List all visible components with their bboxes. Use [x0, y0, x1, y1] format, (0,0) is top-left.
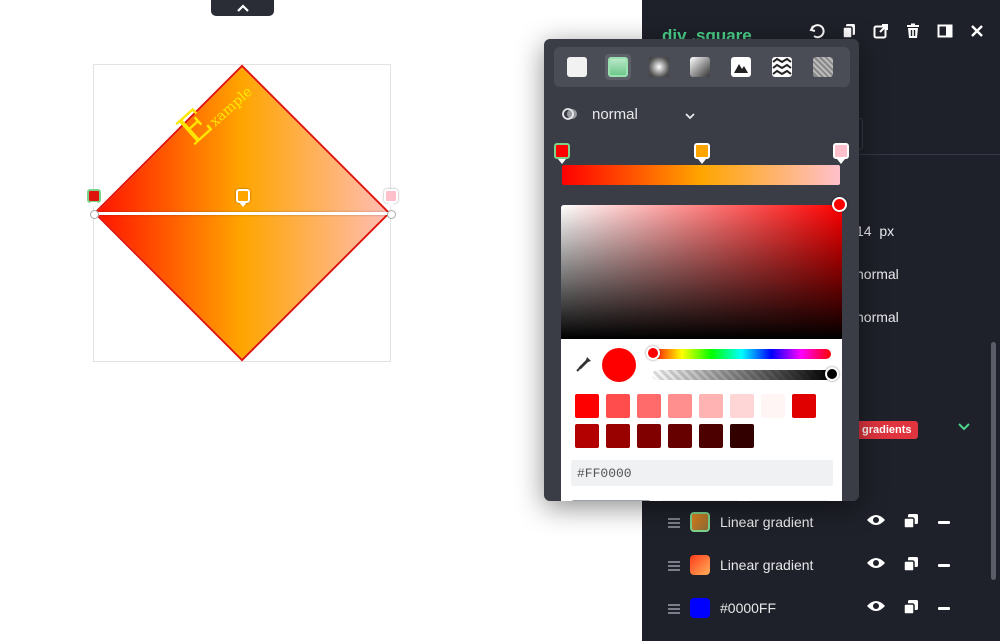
duplicate-icon[interactable] [903, 513, 919, 534]
color-preset[interactable] [730, 394, 754, 418]
gradient-direction-line[interactable] [94, 212, 391, 215]
color-preset[interactable] [668, 394, 692, 418]
drag-handle-icon[interactable] [668, 518, 680, 528]
color-preset[interactable] [730, 424, 754, 448]
fill-type-conic-button[interactable] [687, 54, 713, 80]
chevron-down-icon[interactable] [956, 420, 972, 438]
panel-scrollbar[interactable] [991, 342, 996, 580]
color-picker [561, 197, 847, 501]
layer-row[interactable]: #0000FF [642, 593, 1000, 629]
fill-type-none-button[interactable] [564, 54, 590, 80]
noise-icon[interactable] [810, 54, 836, 80]
image-icon[interactable] [728, 54, 754, 80]
remove-layer-icon[interactable] [938, 564, 950, 567]
color-preset[interactable] [637, 424, 661, 448]
gradient-line-end-handle[interactable] [387, 210, 396, 219]
color-preset[interactable] [668, 424, 692, 448]
eye-icon[interactable] [866, 513, 886, 532]
hue-handle[interactable] [646, 346, 660, 360]
font-size-unit: px [879, 223, 895, 239]
layer-label: Linear gradient [720, 557, 814, 573]
layer-swatch[interactable] [690, 512, 710, 532]
hue-slider[interactable] [646, 346, 831, 360]
property-value-2[interactable]: normal [856, 309, 899, 325]
gradient-stop-2[interactable] [694, 143, 710, 159]
fill-type-selector [554, 47, 850, 87]
color-preset[interactable] [699, 394, 723, 418]
chevron-down-icon [684, 108, 696, 125]
blend-mode-icon [562, 106, 578, 126]
layer-swatch[interactable] [690, 555, 710, 575]
color-preset[interactable] [699, 424, 723, 448]
undo-icon[interactable] [808, 22, 826, 40]
panel-toggle-icon[interactable] [936, 22, 954, 40]
color-preset[interactable] [575, 424, 599, 448]
eyedropper-icon[interactable] [575, 355, 593, 378]
hex-color-input[interactable] [571, 460, 833, 486]
saturation-area[interactable] [561, 205, 842, 339]
drag-handle-icon[interactable] [668, 604, 680, 614]
layer-label: #0000FF [720, 600, 777, 616]
remove-layer-icon[interactable] [938, 521, 950, 524]
layer-swatch[interactable] [690, 598, 710, 618]
duplicate-icon[interactable] [903, 556, 919, 577]
panel-toolbar [808, 22, 986, 40]
duplicate-icon[interactable] [903, 599, 919, 620]
canvas-stop-marker-3[interactable] [384, 189, 398, 203]
layer-label: Linear gradient [720, 514, 814, 530]
alpha-slider[interactable] [652, 367, 839, 381]
gradient-editor-popover: normal [544, 39, 859, 501]
color-preset[interactable] [606, 394, 630, 418]
close-icon[interactable] [968, 22, 986, 40]
color-preset[interactable] [637, 394, 661, 418]
copy-icon[interactable] [840, 22, 858, 40]
trash-icon[interactable] [904, 22, 922, 40]
gradient-preview-bar[interactable] [562, 165, 840, 185]
saturation-handle[interactable] [832, 197, 847, 212]
collapse-toolbar-button[interactable] [211, 0, 274, 16]
eye-icon[interactable] [866, 599, 886, 618]
canvas-stop-marker-1[interactable] [87, 189, 101, 203]
picker-action-button[interactable] [571, 500, 651, 501]
color-preset[interactable] [575, 394, 599, 418]
alpha-handle[interactable] [825, 367, 839, 381]
blend-mode-select[interactable]: normal [560, 105, 700, 125]
property-value-1[interactable]: normal [856, 266, 899, 282]
pattern-icon[interactable] [769, 54, 795, 80]
chevron-up-icon [236, 4, 249, 12]
gradient-line-start-handle[interactable] [90, 210, 99, 219]
fill-type-radial-button[interactable] [646, 54, 672, 80]
gradient-stop-3[interactable] [833, 143, 849, 159]
drag-handle-icon[interactable] [668, 561, 680, 571]
color-preset[interactable] [761, 394, 785, 418]
remove-layer-icon[interactable] [938, 607, 950, 610]
canvas-stop-marker-2[interactable] [236, 189, 250, 203]
layer-row[interactable]: Linear gradient [642, 550, 1000, 586]
picker-action-button[interactable] [660, 500, 740, 501]
font-size-value[interactable]: 14 px [856, 223, 894, 239]
external-link-icon[interactable] [872, 22, 890, 40]
fill-type-linear-button[interactable] [605, 54, 631, 80]
color-preset[interactable] [792, 394, 816, 418]
eye-icon[interactable] [866, 556, 886, 575]
color-preset[interactable] [606, 424, 630, 448]
gradient-stop-1[interactable] [554, 143, 570, 159]
gradients-badge: gradients [856, 421, 918, 439]
blend-mode-value: normal [592, 106, 638, 123]
current-color-preview [602, 348, 636, 382]
layer-row[interactable]: Linear gradient [642, 507, 1000, 543]
picker-action-button[interactable] [749, 500, 829, 501]
